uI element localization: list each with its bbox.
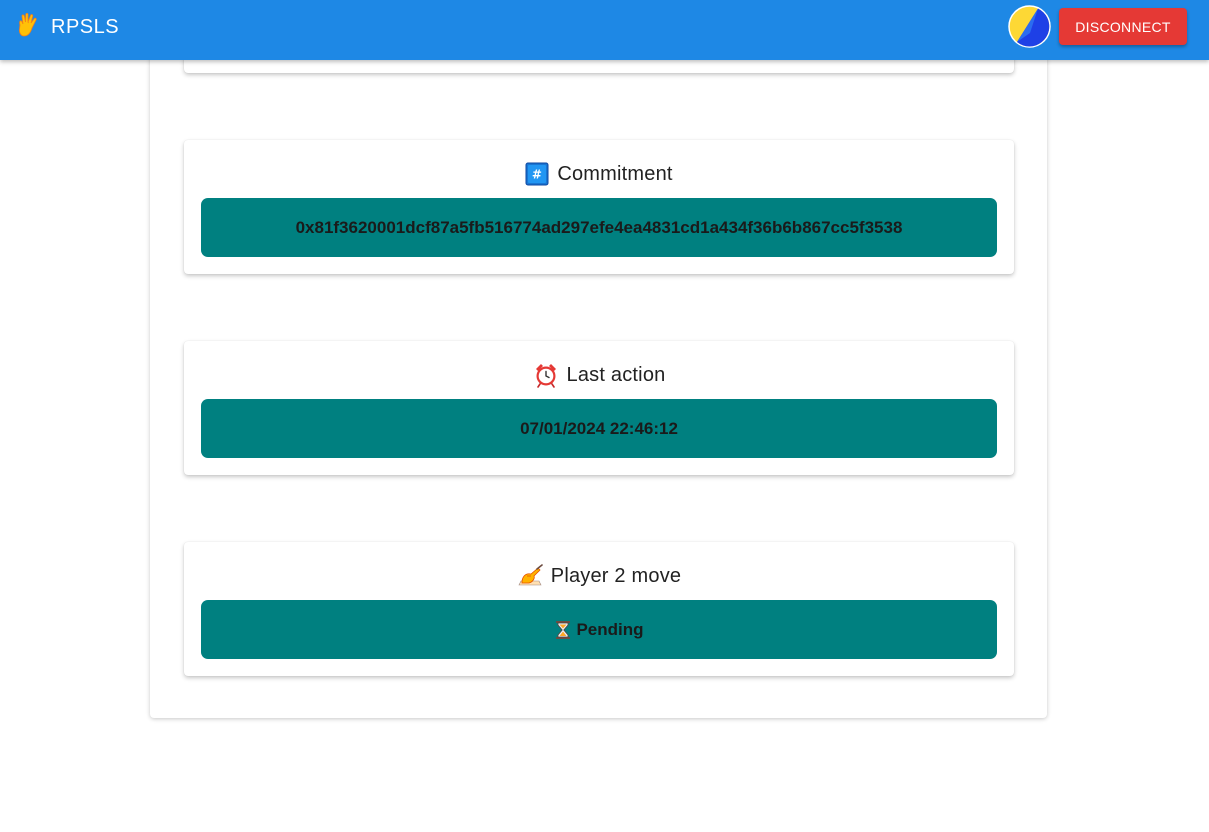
hourglass-icon: [554, 620, 572, 640]
commitment-value-box: 0x81f3620001dcf87a5fb516774ad297efe4ea48…: [201, 198, 997, 257]
disconnect-button[interactable]: DISCONNECT: [1059, 8, 1187, 45]
player2-move-value: Pending: [576, 619, 644, 639]
commitment-card: # Commitment 0x81f3620001dcf87a5fb516774…: [184, 140, 1014, 274]
last-action-label: Last action: [566, 363, 666, 386]
brand[interactable]: RPSLS: [14, 12, 119, 42]
player2-move-label: Player 2 move: [550, 564, 682, 587]
app-bar: RPSLS DISCONNECT: [0, 0, 1209, 60]
svg-text:#: #: [532, 168, 542, 182]
last-action-value-box: 07/01/2024 22:46:12: [201, 399, 997, 458]
player2-move-card: Player 2 move Pending: [184, 542, 1014, 676]
player2-move-title: Player 2 move: [184, 560, 1014, 592]
commitment-title: # Commitment: [184, 158, 1014, 190]
brand-name: RPSLS: [51, 15, 120, 38]
alarm-clock-icon: [533, 362, 559, 388]
player2-move-value-box: Pending: [201, 600, 997, 659]
vulcan-hand-icon: [14, 11, 42, 44]
hash-icon: #: [525, 162, 549, 186]
commitment-value: 0x81f3620001dcf87a5fb516774ad297efe4ea48…: [295, 217, 903, 237]
last-action-title: Last action: [184, 359, 1014, 391]
commitment-label: Commitment: [557, 162, 673, 185]
writing-hand-icon: [517, 564, 543, 588]
account-avatar[interactable]: [1008, 5, 1051, 48]
last-action-value: 07/01/2024 22:46:12: [520, 418, 678, 438]
last-action-card: Last action 07/01/2024 22:46:12: [184, 341, 1014, 475]
